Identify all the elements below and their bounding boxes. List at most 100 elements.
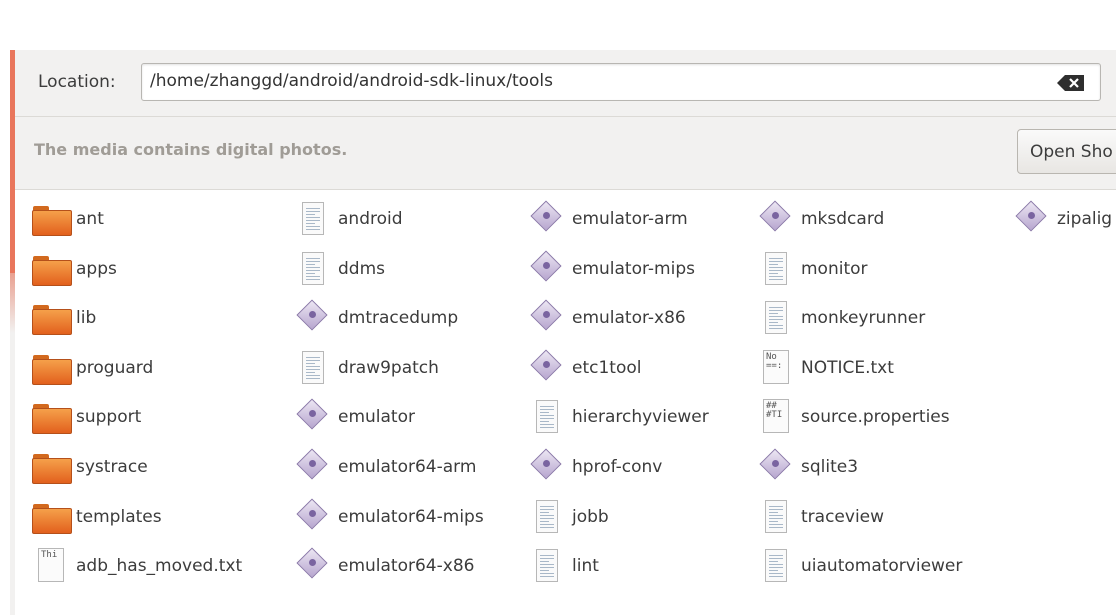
desktop-top-area (0, 0, 1116, 50)
executable-icon (294, 547, 334, 584)
file-item-proguard[interactable]: proguard (32, 348, 153, 388)
media-info-message: The media contains digital photos. (34, 140, 348, 159)
document-icon (757, 300, 797, 336)
file-name-label: emulator-x86 (572, 308, 686, 328)
text-file-preview: ## #TI (766, 401, 783, 420)
file-name-label: zipalig (1057, 209, 1113, 229)
file-item-systrace[interactable]: systrace (32, 447, 148, 487)
file-name-label: monkeyrunner (801, 308, 926, 328)
document-icon (528, 399, 568, 435)
executable-icon (294, 498, 334, 535)
file-name-label: sqlite3 (801, 457, 859, 477)
executable-icon (528, 250, 568, 287)
open-shotwell-button[interactable]: Open Sho (1017, 129, 1116, 174)
file-item-source-properties[interactable]: ## #TI source.properties (757, 397, 950, 437)
document-icon (294, 201, 334, 237)
file-item-emulator-mips[interactable]: emulator-mips (528, 249, 695, 289)
file-name-label: traceview (801, 507, 885, 527)
file-name-label: source.properties (801, 407, 950, 427)
executable-icon (294, 448, 334, 485)
file-item-draw9patch[interactable]: draw9patch (294, 348, 439, 388)
file-item-traceview[interactable]: traceview (757, 497, 884, 537)
file-name-label: apps (76, 259, 117, 279)
file-name-label: draw9patch (338, 358, 439, 378)
file-item-support[interactable]: support (32, 397, 141, 437)
file-item-emulator64-mips[interactable]: emulator64-mips (294, 497, 484, 537)
file-name-label: NOTICE.txt (801, 358, 894, 378)
file-name-label: android (338, 209, 403, 229)
file-item-lint[interactable]: lint (528, 546, 599, 586)
file-item-android[interactable]: android (294, 199, 403, 239)
folder-icon (32, 350, 72, 386)
file-item-mksdcard[interactable]: mksdcard (757, 199, 884, 239)
file-name-label: ddms (338, 259, 385, 279)
file-item-emulator-x86[interactable]: emulator-x86 (528, 298, 686, 338)
file-name-label: support (76, 407, 142, 427)
executable-icon (528, 349, 568, 386)
document-icon (294, 350, 334, 386)
file-item-emulator[interactable]: emulator (294, 397, 415, 437)
folder-icon (32, 449, 72, 485)
file-name-label: templates (76, 507, 162, 527)
file-item-notice-txt[interactable]: No ==: NOTICE.txt (757, 348, 894, 388)
executable-icon (757, 200, 797, 237)
file-name-label: jobb (572, 507, 609, 527)
file-name-label: etc1tool (572, 358, 642, 378)
file-item-monkeyrunner[interactable]: monkeyrunner (757, 298, 925, 338)
folder-icon (32, 251, 72, 287)
file-item-zipalig[interactable]: zipalig (1013, 199, 1112, 239)
executable-icon (528, 299, 568, 336)
file-name-label: monitor (801, 259, 868, 279)
file-item-dmtracedump[interactable]: dmtracedump (294, 298, 458, 338)
document-icon (528, 548, 568, 584)
file-item-sqlite3[interactable]: sqlite3 (757, 447, 858, 487)
file-item-lib[interactable]: lib (32, 298, 96, 338)
executable-icon (294, 398, 334, 435)
document-icon (528, 499, 568, 535)
file-item-uiautomatorviewer[interactable]: uiautomatorviewer (757, 546, 962, 586)
folder-icon (32, 201, 72, 237)
file-item-emulator64-arm[interactable]: emulator64-arm (294, 447, 476, 487)
file-name-label: emulator64-x86 (338, 556, 475, 576)
document-icon (757, 499, 797, 535)
file-name-label: uiautomatorviewer (801, 556, 963, 576)
executable-icon (1013, 200, 1053, 237)
file-item-emulator64-x86[interactable]: emulator64-x86 (294, 546, 474, 586)
file-name-label: emulator-mips (572, 259, 695, 279)
file-item-hprof-conv[interactable]: hprof-conv (528, 447, 662, 487)
location-value[interactable]: /home/zhanggd/android/android-sdk-linux/… (150, 71, 553, 91)
clear-location-icon[interactable] (1056, 74, 1086, 92)
executable-icon (528, 200, 568, 237)
executable-icon (528, 448, 568, 485)
file-name-label: hierarchyviewer (572, 407, 709, 427)
file-item-etc1tool[interactable]: etc1tool (528, 348, 641, 388)
text-file-preview: Thi (41, 550, 58, 560)
document-icon (757, 251, 797, 287)
executable-icon (294, 299, 334, 336)
file-name-label: emulator-arm (572, 209, 688, 229)
folder-icon (32, 300, 72, 336)
document-icon (757, 548, 797, 584)
file-item-ant[interactable]: ant (32, 199, 104, 239)
file-item-monitor[interactable]: monitor (757, 249, 868, 289)
text-file-icon: No ==: (757, 350, 797, 386)
text-file-icon: ## #TI (757, 399, 797, 435)
file-name-label: hprof-conv (572, 457, 663, 477)
file-item-emulator-arm[interactable]: emulator-arm (528, 199, 688, 239)
file-name-label: lib (76, 308, 97, 328)
file-name-label: emulator64-arm (338, 457, 477, 477)
file-name-label: ant (76, 209, 104, 229)
file-item-apps[interactable]: apps (32, 249, 117, 289)
file-item-ddms[interactable]: ddms (294, 249, 385, 289)
file-name-label: lint (572, 556, 599, 576)
location-label: Location: (38, 72, 116, 92)
folder-icon (32, 399, 72, 435)
file-name-label: emulator64-mips (338, 507, 484, 527)
file-name-label: emulator (338, 407, 415, 427)
file-item-jobb[interactable]: jobb (528, 497, 609, 537)
file-item-adb-has-moved-txt[interactable]: Thi adb_has_moved.txt (32, 546, 242, 586)
file-item-templates[interactable]: templates (32, 497, 162, 537)
file-item-hierarchyviewer[interactable]: hierarchyviewer (528, 397, 709, 437)
text-file-icon: Thi (32, 548, 72, 584)
file-name-label: proguard (76, 358, 154, 378)
